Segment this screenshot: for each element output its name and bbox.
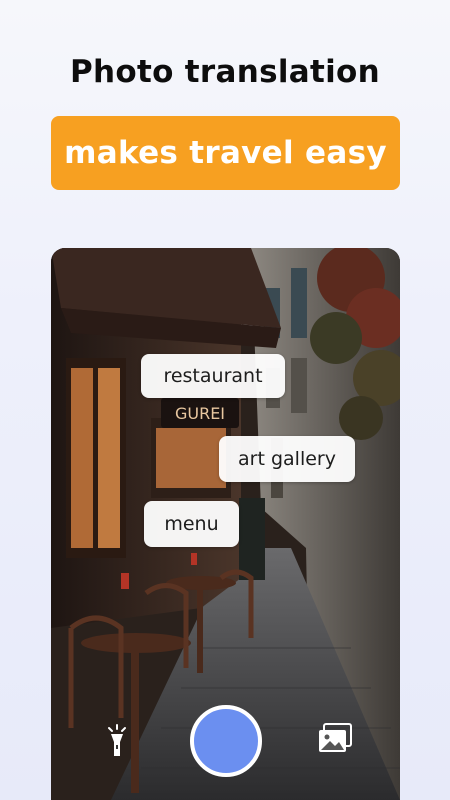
flashlight-icon[interactable]: [103, 722, 131, 760]
label-restaurant[interactable]: restaurant: [141, 354, 285, 398]
gallery-icon[interactable]: [316, 722, 354, 756]
tagline-banner: makes travel easy: [51, 116, 400, 190]
shutter-button[interactable]: [190, 705, 262, 777]
headline: Photo translation: [70, 54, 380, 90]
shop-sign-text: GUREI: [175, 404, 225, 423]
camera-preview: GUREI restaurant art gallery menu: [51, 248, 400, 800]
label-menu[interactable]: menu: [144, 501, 239, 547]
label-art-gallery[interactable]: art gallery: [219, 436, 355, 482]
